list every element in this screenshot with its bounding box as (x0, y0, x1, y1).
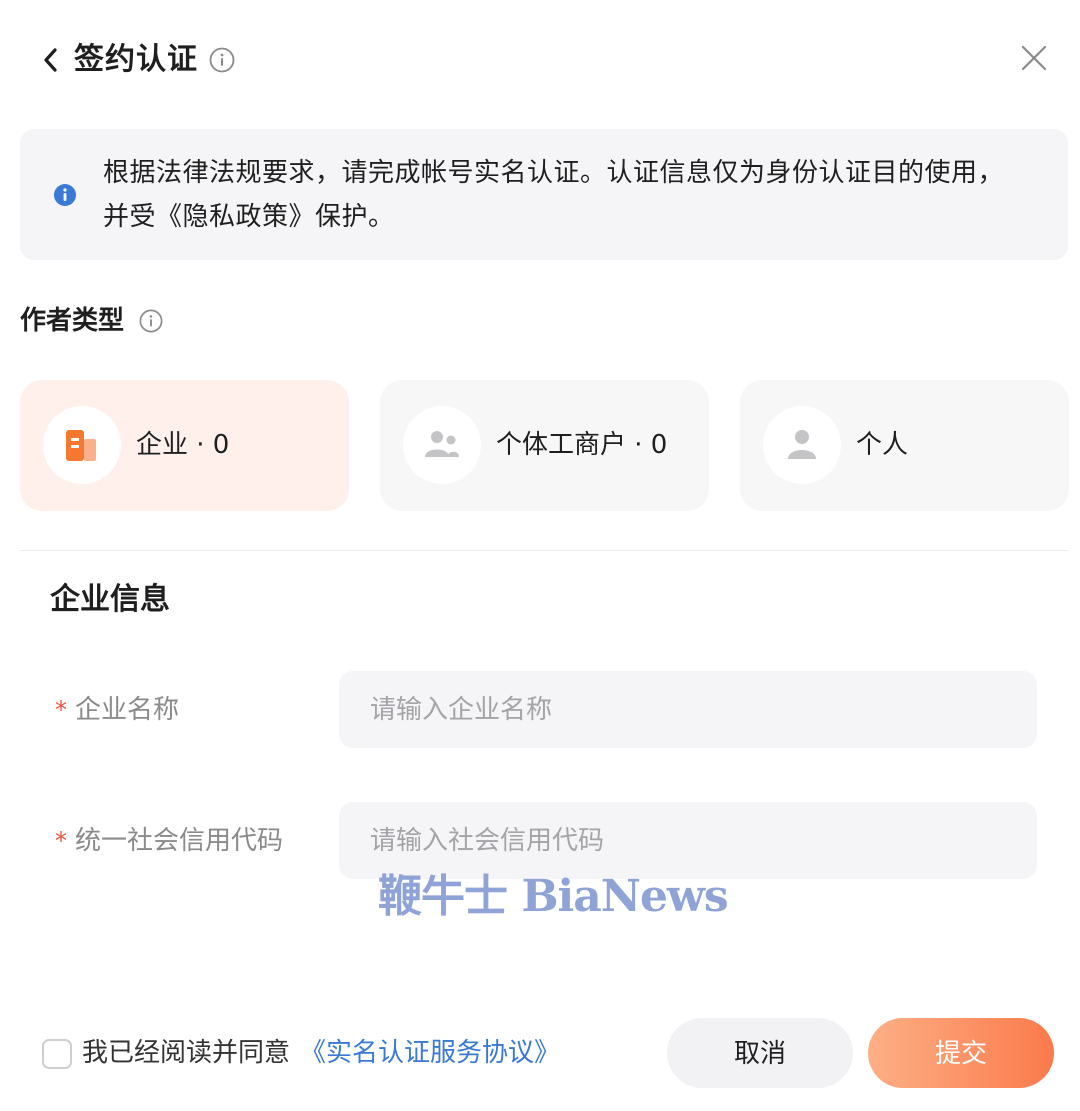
required-mark: * (55, 827, 67, 855)
close-button[interactable] (1018, 42, 1050, 74)
author-type-label-individual-business: 个体工商户 · 0 (496, 430, 668, 460)
field-label-text: 企业名称 (75, 695, 180, 725)
watermark: 鞭牛士 BiaNews (378, 871, 729, 922)
notice-text: 根据法律法规要求，请完成帐号实名认证。认证信息仅为身份认证目的使用，并受《隐私政… (103, 158, 1005, 232)
author-type-label-personal: 个人 (856, 430, 909, 460)
building-icon (66, 430, 96, 461)
info-circle-icon[interactable] (139, 309, 163, 333)
submit-button[interactable]: 提交 (868, 1018, 1054, 1088)
author-type-personal[interactable]: 个人 (740, 380, 1069, 511)
field-label-credit-code: * 统一社会信用代码 (55, 821, 283, 861)
close-icon (1021, 45, 1047, 71)
back-button[interactable] (38, 42, 66, 78)
agree-checkbox[interactable] (42, 1039, 72, 1069)
agree-text: 我已经阅读并同意 (82, 1038, 291, 1068)
cancel-button[interactable]: 取消 (667, 1018, 853, 1088)
form-title: 企业信息 (50, 582, 170, 617)
info-circle-icon[interactable] (209, 47, 235, 73)
divider (20, 550, 1068, 551)
required-mark: * (55, 696, 67, 724)
info-filled-icon (53, 183, 77, 207)
author-type-label-enterprise: 企业 · 0 (136, 430, 230, 460)
field-label-text: 统一社会信用代码 (75, 826, 284, 856)
company-name-input[interactable] (339, 671, 1037, 748)
author-type-individual-business[interactable]: 个体工商户 · 0 (380, 380, 709, 511)
users-icon (425, 431, 459, 457)
agreement-link[interactable]: 《实名认证服务协议》 (300, 1032, 560, 1074)
author-type-label: 作者类型 (20, 306, 125, 336)
field-label-company-name: * 企业名称 (55, 690, 179, 730)
chevron-left-icon (44, 48, 57, 72)
page-title: 签约认证 (74, 42, 198, 77)
author-type-enterprise[interactable]: 企业 · 0 (20, 380, 349, 511)
user-icon (788, 430, 816, 459)
